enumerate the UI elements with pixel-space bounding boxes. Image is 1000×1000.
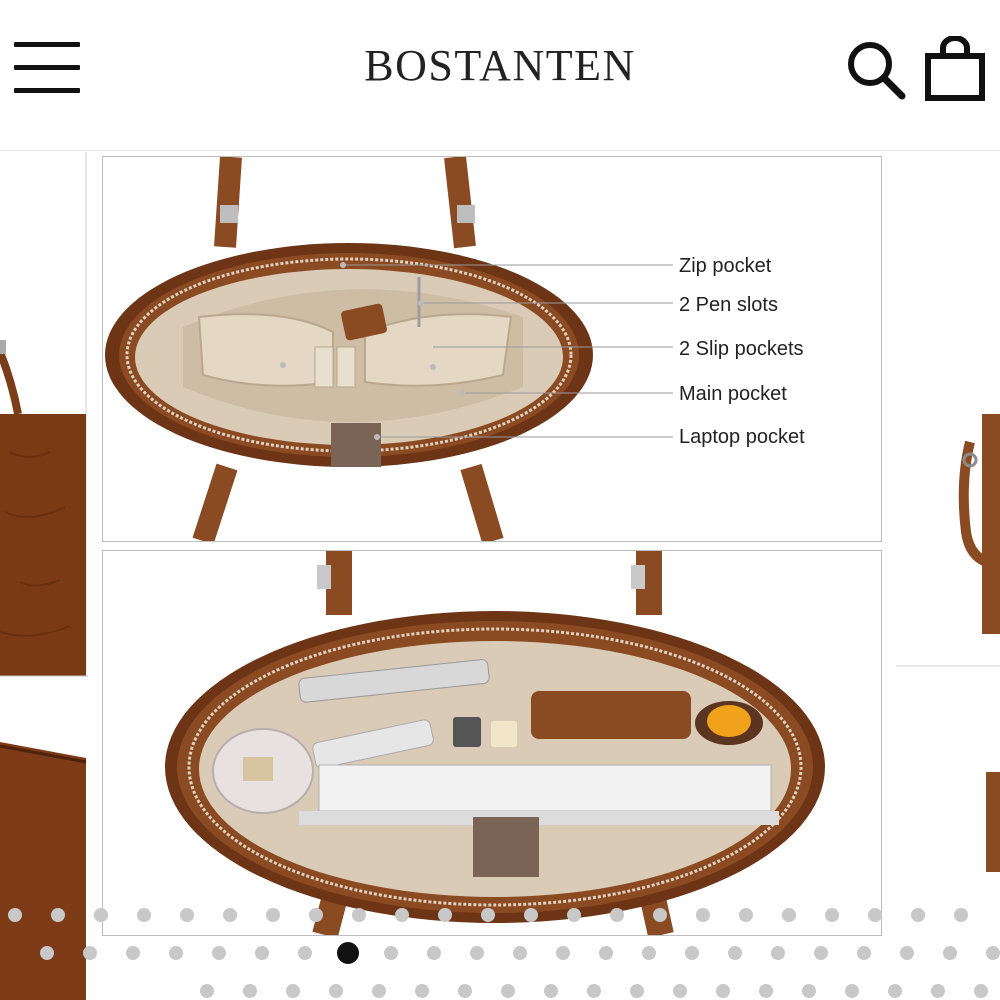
- page-dot[interactable]: [857, 946, 871, 960]
- leather-texture-thumbnail: [0, 152, 88, 1000]
- bag-side-thumbnail: [896, 152, 1000, 1000]
- page-dot[interactable]: [673, 984, 687, 998]
- page-dot[interactable]: [954, 908, 968, 922]
- page-dot[interactable]: [630, 984, 644, 998]
- page-dot[interactable]: [40, 946, 54, 960]
- page-dot[interactable]: [51, 908, 65, 922]
- page-dot[interactable]: [212, 946, 226, 960]
- page-dot[interactable]: [931, 984, 945, 998]
- page-dot[interactable]: [911, 908, 925, 922]
- page-dot[interactable]: [610, 908, 624, 922]
- page-dot[interactable]: [845, 984, 859, 998]
- page-dot[interactable]: [243, 984, 257, 998]
- page-dot[interactable]: [352, 908, 366, 922]
- page-dot[interactable]: [900, 946, 914, 960]
- page-dot[interactable]: [759, 984, 773, 998]
- page-dot[interactable]: [544, 984, 558, 998]
- page-dot[interactable]: [567, 908, 581, 922]
- shopping-bag-icon[interactable]: [922, 36, 988, 102]
- page-dot[interactable]: [524, 908, 538, 922]
- page-dot[interactable]: [782, 908, 796, 922]
- page-dot[interactable]: [415, 984, 429, 998]
- next-product-image[interactable]: [896, 152, 1000, 1000]
- page-dot[interactable]: [868, 908, 882, 922]
- page-dot[interactable]: [513, 946, 527, 960]
- page-dot[interactable]: [200, 984, 214, 998]
- page-dot[interactable]: [974, 984, 988, 998]
- page-dot[interactable]: [716, 984, 730, 998]
- page-dot[interactable]: [427, 946, 441, 960]
- page-dot[interactable]: [309, 908, 323, 922]
- page-dot[interactable]: [685, 946, 699, 960]
- page-dot[interactable]: [83, 946, 97, 960]
- page-dot[interactable]: [943, 946, 957, 960]
- page-dot[interactable]: [126, 946, 140, 960]
- page-dot[interactable]: [501, 984, 515, 998]
- page-dot[interactable]: [372, 984, 386, 998]
- bag-contents-illustration: [165, 551, 825, 935]
- previous-product-image[interactable]: [0, 152, 88, 1000]
- page-dot[interactable]: [653, 908, 667, 922]
- page-dot[interactable]: [255, 946, 269, 960]
- page-dot[interactable]: [337, 942, 359, 964]
- page-dot[interactable]: [481, 908, 495, 922]
- label-pen-slots: 2 Pen slots: [679, 294, 778, 316]
- page-dot[interactable]: [169, 946, 183, 960]
- label-zip-pocket: Zip pocket: [679, 255, 772, 277]
- page-dot[interactable]: [888, 984, 902, 998]
- bag-filled-contents-image[interactable]: [102, 550, 882, 936]
- page-dot[interactable]: [8, 908, 22, 922]
- page-dot[interactable]: [696, 908, 710, 922]
- page-dot[interactable]: [986, 946, 1000, 960]
- page-dot[interactable]: [458, 984, 472, 998]
- page-dot[interactable]: [137, 908, 151, 922]
- search-icon[interactable]: [842, 36, 908, 102]
- page-dot[interactable]: [438, 908, 452, 922]
- page-dot[interactable]: [825, 908, 839, 922]
- page-dot[interactable]: [180, 908, 194, 922]
- page-dot[interactable]: [470, 946, 484, 960]
- page-dot[interactable]: [384, 946, 398, 960]
- bag-interior-annotated-image[interactable]: Zip pocket 2 Pen slots 2 Slip pockets Ma…: [102, 156, 882, 542]
- page-dot[interactable]: [266, 908, 280, 922]
- page-dot[interactable]: [298, 946, 312, 960]
- page-dot[interactable]: [642, 946, 656, 960]
- page-dot[interactable]: [728, 946, 742, 960]
- page-dot[interactable]: [802, 984, 816, 998]
- page-dot[interactable]: [587, 984, 601, 998]
- page-dot[interactable]: [771, 946, 785, 960]
- label-main-pocket: Main pocket: [679, 383, 787, 405]
- page-dot[interactable]: [94, 908, 108, 922]
- page-dot[interactable]: [814, 946, 828, 960]
- page-dot[interactable]: [599, 946, 613, 960]
- product-image-gallery[interactable]: Zip pocket 2 Pen slots 2 Slip pockets Ma…: [0, 152, 1000, 1000]
- page-dot[interactable]: [395, 908, 409, 922]
- label-laptop-pocket: Laptop pocket: [679, 426, 805, 448]
- top-header: BOSTANTEN: [0, 0, 1000, 151]
- label-slip-pockets: 2 Slip pockets: [679, 338, 804, 360]
- page-dot[interactable]: [329, 984, 343, 998]
- page-dot[interactable]: [223, 908, 237, 922]
- page-dot[interactable]: [739, 908, 753, 922]
- page-dot[interactable]: [286, 984, 300, 998]
- page-dot[interactable]: [556, 946, 570, 960]
